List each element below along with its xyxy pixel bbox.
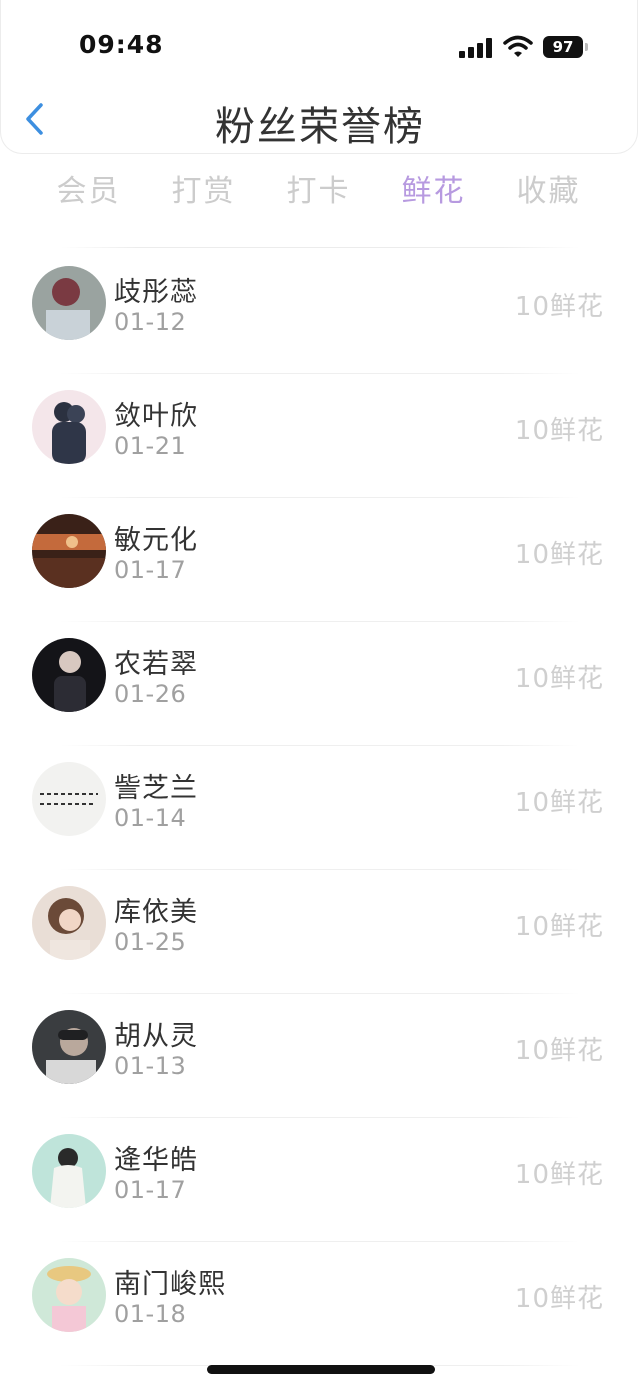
wifi-icon	[503, 35, 533, 57]
list-item[interactable]: 库依美 01-25 10鲜花	[0, 870, 640, 994]
fan-name: 胡从灵	[114, 1021, 198, 1052]
flower-count: 10鲜花	[514, 1160, 604, 1190]
list-item[interactable]: 敏元化 01-17 10鲜花	[0, 498, 640, 622]
fan-name: 歧彤蕊	[114, 277, 198, 308]
tabs-divider	[60, 247, 580, 248]
fan-name: 南门峻熙	[114, 1269, 226, 1300]
flower-count: 10鲜花	[514, 292, 604, 322]
battery-icon: 97	[543, 36, 583, 58]
flower-count: 10鲜花	[514, 416, 604, 446]
avatar	[32, 390, 106, 464]
avatar	[32, 638, 106, 712]
avatar	[32, 1258, 106, 1332]
avatar	[32, 1010, 106, 1084]
flower-count: 10鲜花	[514, 912, 604, 942]
fan-name: 农若翠	[114, 649, 198, 680]
fan-date: 01-25	[114, 928, 187, 956]
flower-count: 10鲜花	[514, 1284, 604, 1314]
home-indicator[interactable]	[207, 1365, 435, 1374]
list-item[interactable]: 敛叶欣 01-21 10鲜花	[0, 374, 640, 498]
tab-tips[interactable]: 打赏	[146, 166, 261, 210]
avatar	[32, 762, 106, 836]
category-tabs: 会员 打赏 打卡 鲜花 收藏	[0, 166, 640, 222]
list-item[interactable]: 歧彤蕊 01-12 10鲜花	[0, 250, 640, 374]
avatar	[32, 1134, 106, 1208]
fan-name: 敏元化	[114, 525, 198, 556]
flower-count: 10鲜花	[514, 664, 604, 694]
avatar	[32, 886, 106, 960]
fan-date: 01-17	[114, 1176, 187, 1204]
avatar	[32, 266, 106, 340]
fan-date: 01-17	[114, 556, 187, 584]
status-time: 09:48	[79, 30, 164, 59]
battery-cap	[585, 43, 588, 51]
fan-name: 逄华皓	[114, 1145, 198, 1176]
fan-date: 01-21	[114, 432, 187, 460]
fan-name: 库依美	[114, 897, 198, 928]
tab-checkin[interactable]: 打卡	[261, 166, 376, 210]
fan-date: 01-13	[114, 1052, 187, 1080]
list-item[interactable]: 南门峻熙 01-18 10鲜花	[0, 1242, 640, 1366]
fan-date: 01-12	[114, 308, 187, 336]
flower-count: 10鲜花	[514, 788, 604, 818]
fan-date: 01-26	[114, 680, 187, 708]
page-title: 粉丝荣誉榜	[215, 104, 425, 150]
fan-name: 訾芝兰	[114, 773, 198, 804]
tab-members[interactable]: 会员	[31, 166, 146, 210]
avatar	[32, 514, 106, 588]
list-item[interactable]: 訾芝兰 01-14 10鲜花	[0, 746, 640, 870]
flower-count: 10鲜花	[514, 1036, 604, 1066]
fan-name: 敛叶欣	[114, 401, 198, 432]
cellular-signal-icon	[459, 38, 493, 58]
fan-date: 01-14	[114, 804, 187, 832]
flower-count: 10鲜花	[514, 540, 604, 570]
list-item[interactable]: 胡从灵 01-13 10鲜花	[0, 994, 640, 1118]
list-item[interactable]: 农若翠 01-26 10鲜花	[0, 622, 640, 746]
fan-date: 01-18	[114, 1300, 187, 1328]
header-bar: 09:48 97 粉丝荣誉榜	[0, 0, 638, 154]
list-item[interactable]: 逄华皓 01-17 10鲜花	[0, 1118, 640, 1242]
tab-favorites[interactable]: 收藏	[491, 166, 606, 210]
tab-flowers[interactable]: 鲜花	[376, 166, 491, 210]
